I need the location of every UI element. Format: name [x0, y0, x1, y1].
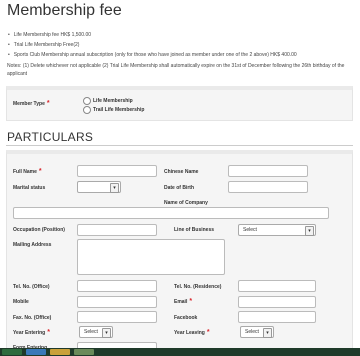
company-name-input[interactable] [13, 207, 329, 219]
date-of-birth-input[interactable] [228, 181, 308, 193]
tel-residence-input[interactable] [238, 280, 316, 292]
start-button[interactable] [2, 349, 22, 355]
notes-text: Notes: (1) Delete whichever not applicab… [7, 63, 345, 77]
page-title: Membership fee [7, 2, 122, 19]
full-name-label: Full Name * [13, 168, 42, 175]
company-name-label: Name of Company [164, 200, 208, 206]
list-item: Life Membership fee HK$ 1,500.00 [8, 30, 297, 40]
mailing-address-label: Mailing Address [13, 242, 52, 248]
radio-circle[interactable] [83, 97, 91, 105]
member-type-panel: Member Type * Life Membership Trail Life … [6, 86, 353, 121]
taskbar-app-icon[interactable] [50, 349, 70, 355]
line-of-business-select[interactable]: Select ▾ [238, 224, 316, 236]
tel-office-input[interactable] [77, 280, 157, 292]
mobile-label: Mobile [13, 299, 29, 305]
occupation-input[interactable] [77, 224, 157, 236]
tel-office-label: Tel. No. (Office) [13, 284, 50, 290]
radio-trail-life-membership[interactable]: Trail Life Membership [83, 106, 144, 114]
taskbar-app-icon[interactable] [26, 349, 46, 355]
list-item: Trial Life Membership Free(2) [8, 40, 297, 50]
taskbar-app-icon[interactable] [74, 349, 94, 355]
email-field[interactable] [238, 296, 316, 308]
year-entering-label: Year Entering * [13, 329, 50, 336]
marital-status-select[interactable]: ▾ [77, 181, 121, 193]
chevron-down-icon: ▾ [263, 328, 272, 338]
chinese-name-label: Chinese Name [164, 169, 199, 175]
date-of-birth-label: Date of Birth [164, 185, 194, 191]
email-label: Email * [174, 298, 193, 305]
radio-life-membership[interactable]: Life Membership [83, 97, 133, 105]
chinese-name-input[interactable] [228, 165, 308, 177]
chevron-down-icon: ▾ [305, 226, 314, 236]
full-name-input[interactable] [77, 165, 157, 177]
facebook-input[interactable] [238, 311, 316, 323]
fee-list: Life Membership fee HK$ 1,500.00 Trial L… [8, 30, 297, 60]
chevron-down-icon: ▾ [102, 328, 111, 338]
particulars-panel: Full Name * Chinese Name Marital status ▾… [6, 150, 353, 356]
marital-status-label: Marital status [13, 185, 46, 191]
list-item: Sports Club Membership annual subscripti… [8, 50, 297, 60]
taskbar [0, 348, 360, 356]
fax-office-label: Fax. No. (Office) [13, 315, 52, 321]
year-leaving-select[interactable]: Select ▾ [240, 326, 274, 338]
mobile-input[interactable] [77, 296, 157, 308]
tel-residence-label: Tel. No. (Residence) [174, 284, 222, 290]
member-type-label: Member Type * [13, 100, 50, 107]
chevron-down-icon: ▾ [110, 183, 119, 193]
divider [6, 145, 353, 146]
radio-circle[interactable] [83, 106, 91, 114]
facebook-label: Facebook [174, 315, 198, 321]
year-entering-select[interactable]: Select ▾ [79, 326, 113, 338]
line-of-business-label: Line of Business [174, 227, 215, 233]
particulars-title: PARTICULARS [7, 130, 94, 144]
fax-office-input[interactable] [77, 311, 157, 323]
occupation-label: Occupation (Position) [13, 227, 65, 233]
year-leaving-label: Year Leaving * [174, 329, 210, 336]
mailing-address-textarea[interactable] [77, 239, 225, 275]
